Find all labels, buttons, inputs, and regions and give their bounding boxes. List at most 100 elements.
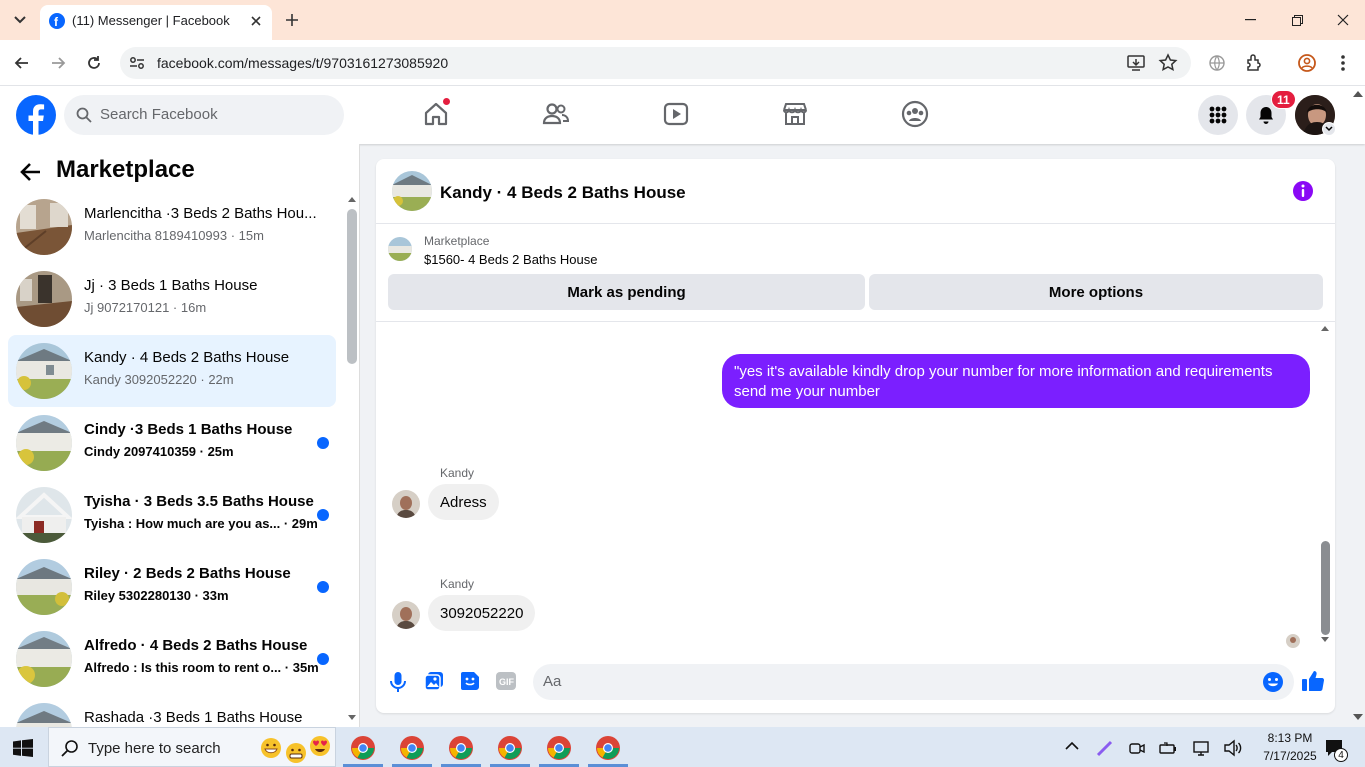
- profile-icon[interactable]: [1297, 53, 1317, 73]
- tab-search-chevron-down-icon[interactable]: [8, 8, 32, 32]
- message-sender-name: Kandy: [440, 466, 475, 480]
- url-text[interactable]: facebook.com/messages/t/9703161273085920: [157, 55, 448, 71]
- chrome-taskbar-icon[interactable]: [497, 735, 523, 761]
- listing-divider: [376, 321, 1335, 322]
- clock-time[interactable]: 8:13 PM: [1260, 731, 1320, 745]
- emoji-icon[interactable]: [1262, 671, 1284, 693]
- more-options-button[interactable]: More options: [869, 274, 1323, 310]
- listing-thumbnail: [16, 199, 72, 255]
- chrome-taskbar-icon[interactable]: [546, 735, 572, 761]
- menu-grid-button[interactable]: [1198, 95, 1238, 135]
- page-scroll-down-arrow-icon[interactable]: [1353, 714, 1363, 722]
- pen-icon[interactable]: [1096, 739, 1114, 757]
- menu-icon[interactable]: [1335, 53, 1351, 73]
- mark-as-pending-button[interactable]: Mark as pending: [388, 274, 865, 310]
- incoming-message[interactable]: Adress: [428, 484, 499, 520]
- info-icon[interactable]: [1292, 180, 1314, 202]
- minimize-icon[interactable]: [1240, 10, 1260, 30]
- install-icon[interactable]: [1126, 53, 1146, 73]
- conversation-item[interactable]: Jj · 3 Beds 1 Baths House Jj 9072170121 …: [8, 263, 336, 335]
- chrome-taskbar-icon[interactable]: [448, 735, 474, 761]
- chrome-taskbar-icon[interactable]: [595, 735, 621, 761]
- conversation-subtitle: Cindy 2097410359 · 25m: [84, 444, 234, 459]
- clock-date[interactable]: 7/17/2025: [1255, 749, 1325, 763]
- page-scroll-up-arrow-icon[interactable]: [1353, 90, 1363, 98]
- battery-plug-icon[interactable]: [1159, 739, 1177, 757]
- conversation-title: Jj · 3 Beds 1 Baths House: [84, 277, 258, 294]
- sender-avatar[interactable]: [392, 601, 420, 629]
- listing-thumbnail: [16, 559, 72, 615]
- conversation-item[interactable]: Marlencitha ·3 Beds 2 Baths Hou... Marle…: [8, 191, 336, 263]
- outgoing-message[interactable]: "yes it's available kindly drop your num…: [722, 354, 1310, 408]
- back-arrow-icon[interactable]: [20, 162, 44, 182]
- star-icon[interactable]: [1158, 53, 1178, 73]
- volume-icon[interactable]: [1223, 739, 1243, 757]
- sticker-icon[interactable]: [460, 671, 480, 691]
- conversation-item[interactable]: Tyisha · 3 Beds 3.5 Baths House Tyisha :…: [8, 479, 336, 551]
- network-icon[interactable]: [1192, 739, 1210, 757]
- chat-scroll-up-arrow-icon[interactable]: [1321, 325, 1329, 333]
- facebook-logo-icon[interactable]: [16, 95, 56, 135]
- conversation-item[interactable]: Cindy ·3 Beds 1 Baths House Cindy 209741…: [8, 407, 336, 479]
- incoming-message[interactable]: 3092052220: [428, 595, 536, 631]
- conversation-subtitle: Riley 5302280130 · 33m: [84, 588, 229, 603]
- listing-thumbnail: [16, 487, 72, 543]
- windows-start-icon[interactable]: [13, 739, 33, 757]
- facebook-search-bar[interactable]: Search Facebook: [64, 95, 344, 135]
- conversation-subtitle: Alfredo : Is this room to rent o... · 35…: [84, 660, 319, 675]
- account-chevron-down-icon[interactable]: [1322, 122, 1336, 136]
- listing-mini-thumbnail[interactable]: [388, 237, 412, 261]
- conversation-item[interactable]: Rashada ·3 Beds 1 Baths House: [8, 695, 336, 727]
- emoji-heart-eyes-icon: [309, 735, 331, 757]
- watch-video-icon[interactable]: [662, 100, 690, 128]
- conversation-subtitle: Marlencitha 8189410993 · 15m: [84, 228, 264, 243]
- translate-icon[interactable]: [1207, 53, 1227, 73]
- unread-dot: [317, 509, 329, 521]
- listing-thumbnail: [16, 631, 72, 687]
- sidebar-title: Marketplace: [56, 156, 195, 183]
- listing-price[interactable]: $1560- 4 Beds 2 Baths House: [424, 252, 597, 267]
- marketplace-conversation-list: Marketplace Marlencitha ·3 Beds 2 Baths …: [0, 144, 360, 727]
- notification-badge: 11: [1271, 90, 1296, 109]
- conversation-item[interactable]: Riley · 2 Beds 2 Baths House Riley 53022…: [8, 551, 336, 623]
- chat-scrollbar-thumb[interactable]: [1321, 541, 1330, 635]
- browser-tab[interactable]: f (11) Messenger | Facebook: [40, 5, 272, 40]
- conversation-item-selected[interactable]: Kandy · 4 Beds 2 Baths House Kandy 30920…: [8, 335, 336, 407]
- microphone-icon[interactable]: [388, 671, 408, 693]
- site-info-icon[interactable]: [128, 54, 146, 72]
- like-thumbs-up-icon[interactable]: [1301, 669, 1325, 693]
- reload-icon[interactable]: [84, 53, 104, 73]
- chat-listing-avatar[interactable]: [392, 171, 432, 211]
- scroll-up-arrow-icon[interactable]: [348, 196, 356, 204]
- conversation-item[interactable]: Alfredo · 4 Beds 2 Baths House Alfredo :…: [8, 623, 336, 695]
- back-icon[interactable]: [12, 53, 32, 73]
- tab-close-icon[interactable]: [246, 11, 266, 31]
- friends-icon[interactable]: [542, 100, 570, 128]
- meet-now-icon[interactable]: [1128, 739, 1146, 757]
- chat-scroll-down-arrow-icon[interactable]: [1321, 637, 1329, 645]
- new-tab-plus-icon[interactable]: [281, 9, 303, 31]
- taskbar-search-placeholder[interactable]: Type here to search: [88, 740, 221, 757]
- sidebar-scrollbar-thumb[interactable]: [347, 209, 357, 364]
- search-placeholder[interactable]: Search Facebook: [100, 106, 218, 123]
- tab-title: (11) Messenger | Facebook: [72, 13, 230, 28]
- restore-icon[interactable]: [1287, 10, 1307, 30]
- extensions-icon[interactable]: [1244, 53, 1264, 73]
- omnibox[interactable]: facebook.com/messages/t/9703161273085920: [120, 47, 1191, 79]
- message-input-placeholder[interactable]: Aa: [543, 673, 561, 690]
- marketplace-icon[interactable]: [781, 100, 809, 128]
- header-divider: [376, 223, 1335, 224]
- close-window-icon[interactable]: [1333, 10, 1353, 30]
- scroll-down-arrow-icon[interactable]: [348, 715, 356, 723]
- gif-icon[interactable]: GIF: [496, 672, 516, 690]
- photo-icon[interactable]: [424, 671, 444, 691]
- groups-icon[interactable]: [901, 100, 929, 128]
- sender-avatar[interactable]: [392, 490, 420, 518]
- message-input[interactable]: Aa: [533, 664, 1294, 700]
- taskbar-search-box[interactable]: Type here to search: [48, 727, 336, 767]
- chrome-taskbar-icon[interactable]: [399, 735, 425, 761]
- show-hidden-icons-chevron-up-icon[interactable]: [1064, 741, 1080, 755]
- chrome-taskbar-icon[interactable]: [350, 735, 376, 761]
- forward-icon[interactable]: [48, 53, 68, 73]
- chat-title[interactable]: Kandy · 4 Beds 2 Baths House: [440, 183, 686, 203]
